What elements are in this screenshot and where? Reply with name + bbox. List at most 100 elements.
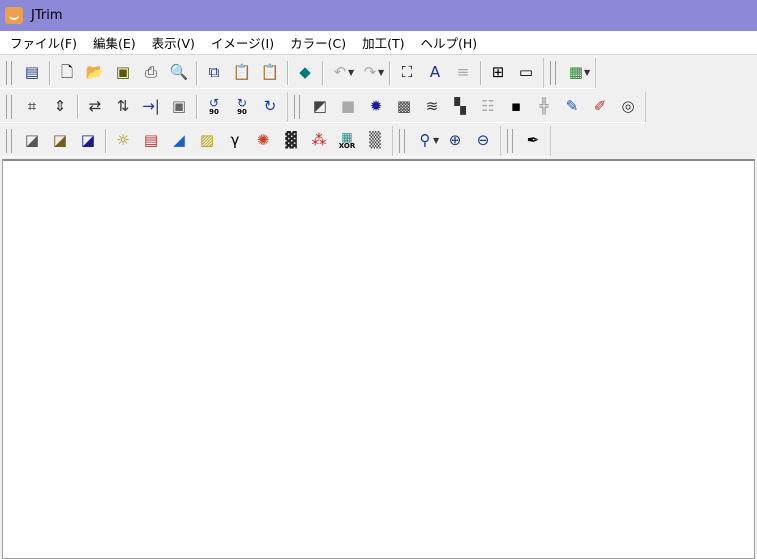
rgb-icon[interactable]: ⁂ xyxy=(305,128,333,154)
menu-file[interactable]: ファイル(F) xyxy=(4,33,83,52)
toolbar-separator xyxy=(389,60,390,85)
rotate-left-90-label: 90 xyxy=(209,108,219,116)
edge-icon[interactable]: ╬ xyxy=(530,94,558,120)
toolbar-grip[interactable] xyxy=(507,128,513,153)
toolbar-grip[interactable] xyxy=(6,94,12,119)
brightness-icon-glyph: ☼ xyxy=(116,131,130,149)
toolbar-grip[interactable] xyxy=(6,128,12,153)
tone-curve-icon[interactable]: ◢ xyxy=(165,128,193,154)
xor-icon[interactable]: ▦ XOR xyxy=(333,128,361,154)
paste-icon-glyph: 📋 xyxy=(232,63,252,81)
toolbar-band: ⚲ ▼ ⊕ ⊖ xyxy=(393,125,501,156)
button-effect-icon-glyph: ■ xyxy=(340,97,356,115)
lines-icon[interactable]: ≡ xyxy=(449,60,477,86)
toolbar-grip[interactable] xyxy=(399,128,405,153)
menu-help[interactable]: ヘルプ(H) xyxy=(415,33,484,52)
zoom-in-icon[interactable]: ⊕ xyxy=(441,128,469,154)
spiral-icon[interactable]: ◎ xyxy=(614,94,642,120)
undo-icon-glyph: ↶ xyxy=(333,63,347,81)
picture-icon-glyph: ▨ xyxy=(199,131,215,149)
edge-icon-glyph: ╬ xyxy=(539,97,549,115)
new-file-icon[interactable]: 🗋 xyxy=(53,60,81,86)
brick-icon[interactable]: ☷ xyxy=(474,94,502,120)
frame-icon[interactable]: ▣ xyxy=(165,94,193,120)
grid-view-icon[interactable]: ⊞ xyxy=(484,60,512,86)
window-icon[interactable]: ▤ xyxy=(18,60,46,86)
print-icon[interactable]: ⎙ xyxy=(137,60,165,86)
print-preview-icon-glyph: 🔍 xyxy=(169,63,189,81)
flip-horizontal-icon[interactable]: ⇄ xyxy=(81,94,109,120)
fit-window-icon[interactable]: ⛶ xyxy=(393,60,421,86)
menu-bar: ファイル(F) 編集(E) 表示(V) イメージ(I) カラー(C) 加工(T)… xyxy=(0,31,757,55)
redo-icon[interactable]: ↷ xyxy=(356,60,384,86)
sepia-icon[interactable]: ◪ xyxy=(46,128,74,154)
emboss-icon[interactable]: ▪ xyxy=(502,94,530,120)
brightness-icon[interactable]: ☼ xyxy=(109,128,137,154)
fit-window-icon-glyph: ⛶ xyxy=(401,63,413,81)
open-folder-icon[interactable]: 📂 xyxy=(81,60,109,86)
mirror-icon[interactable]: →| xyxy=(137,94,165,120)
copy-icon[interactable]: ⧉ xyxy=(200,60,228,86)
marker-icon[interactable]: ✐ xyxy=(586,94,614,120)
window-title: JTrim xyxy=(31,8,63,23)
toolbar-band: ◩ ■ ✹ ▩ ≋ ▚ ☷ ▪ ╬ ✎ ✐ ◎ xyxy=(288,91,646,122)
blur-icon[interactable]: ✹ xyxy=(362,94,390,120)
palette-icon-glyph: ▦ xyxy=(568,63,584,81)
paste-new-icon[interactable]: 📋 xyxy=(256,60,284,86)
dither-icon-glyph: ▓ xyxy=(285,131,297,149)
crop-icon[interactable]: ⌗ xyxy=(18,94,46,120)
negative-icon-glyph: ◪ xyxy=(80,131,96,149)
negative-icon[interactable]: ◪ xyxy=(74,128,102,154)
button-effect-icon[interactable]: ■ xyxy=(334,94,362,120)
gradient-icon[interactable]: ▒ xyxy=(361,128,389,154)
zoom-icon[interactable]: ⚲ xyxy=(411,128,439,154)
zoom-out-icon[interactable]: ⊖ xyxy=(469,128,497,154)
menu-view[interactable]: 表示(V) xyxy=(146,33,201,52)
rgb-icon-glyph: ⁂ xyxy=(311,131,327,149)
toolbar-grip[interactable] xyxy=(294,94,300,119)
flip-vertical-icon[interactable]: ⇅ xyxy=(109,94,137,120)
undo-icon[interactable]: ↶ xyxy=(326,60,354,86)
menu-color[interactable]: カラー(C) xyxy=(284,33,352,52)
title-bar: JTrim xyxy=(0,0,757,31)
toolbar-grip[interactable] xyxy=(550,60,556,85)
save-icon[interactable]: ▣ xyxy=(109,60,137,86)
hue-icon[interactable]: ✺ xyxy=(249,128,277,154)
menu-image[interactable]: イメージ(I) xyxy=(205,33,280,52)
image-canvas[interactable] xyxy=(2,159,755,559)
brick-icon-glyph: ☷ xyxy=(481,97,495,115)
mirror-icon-glyph: →| xyxy=(142,97,160,115)
picture-icon[interactable]: ▨ xyxy=(193,128,221,154)
gamma-icon[interactable]: γ xyxy=(221,128,249,154)
color-balance-icon[interactable]: ▤ xyxy=(137,128,165,154)
mosaic-icon-glyph: ▩ xyxy=(396,97,412,115)
filmstrip-icon[interactable]: ▭ xyxy=(512,60,540,86)
eyedropper-icon[interactable]: ✒ xyxy=(519,128,547,154)
tile-icon[interactable]: ▚ xyxy=(446,94,474,120)
fill-icon[interactable]: ◆ xyxy=(291,60,319,86)
resize-icon[interactable]: ⇕ xyxy=(46,94,74,120)
toolbar-grip[interactable] xyxy=(6,60,12,85)
toolbar-band: ▤ 🗋 📂 ▣ ⎙ 🔍 ⧉ 📋 📋 ◆ ↶ ▼ ↷ ▼ ⛶ A ≡ ⊞ ▭ xyxy=(0,57,544,88)
shadow-icon[interactable]: ◩ xyxy=(306,94,334,120)
wave-icon[interactable]: ≋ xyxy=(418,94,446,120)
rotate-free-icon-glyph: ↻ xyxy=(263,97,277,115)
rotate-right-90-icon[interactable]: ↻ 90 xyxy=(228,94,256,120)
menu-process[interactable]: 加工(T) xyxy=(356,33,410,52)
text-icon-glyph: A xyxy=(429,63,441,81)
sepia-icon-glyph: ◪ xyxy=(52,131,68,149)
toolbar-band: ✒ xyxy=(501,125,551,156)
rotate-left-90-icon[interactable]: ↺ 90 xyxy=(200,94,228,120)
mosaic-icon[interactable]: ▩ xyxy=(390,94,418,120)
pen-icon[interactable]: ✎ xyxy=(558,94,586,120)
dither-icon[interactable]: ▓ xyxy=(277,128,305,154)
pen-icon-glyph: ✎ xyxy=(565,97,579,115)
grayscale-icon[interactable]: ◪ xyxy=(18,128,46,154)
paste-icon[interactable]: 📋 xyxy=(228,60,256,86)
palette-icon[interactable]: ▦ xyxy=(562,60,590,86)
menu-edit[interactable]: 編集(E) xyxy=(87,33,142,52)
text-icon[interactable]: A xyxy=(421,60,449,86)
window-icon-glyph: ▤ xyxy=(24,63,40,81)
print-preview-icon[interactable]: 🔍 xyxy=(165,60,193,86)
rotate-free-icon[interactable]: ↻ xyxy=(256,94,284,120)
